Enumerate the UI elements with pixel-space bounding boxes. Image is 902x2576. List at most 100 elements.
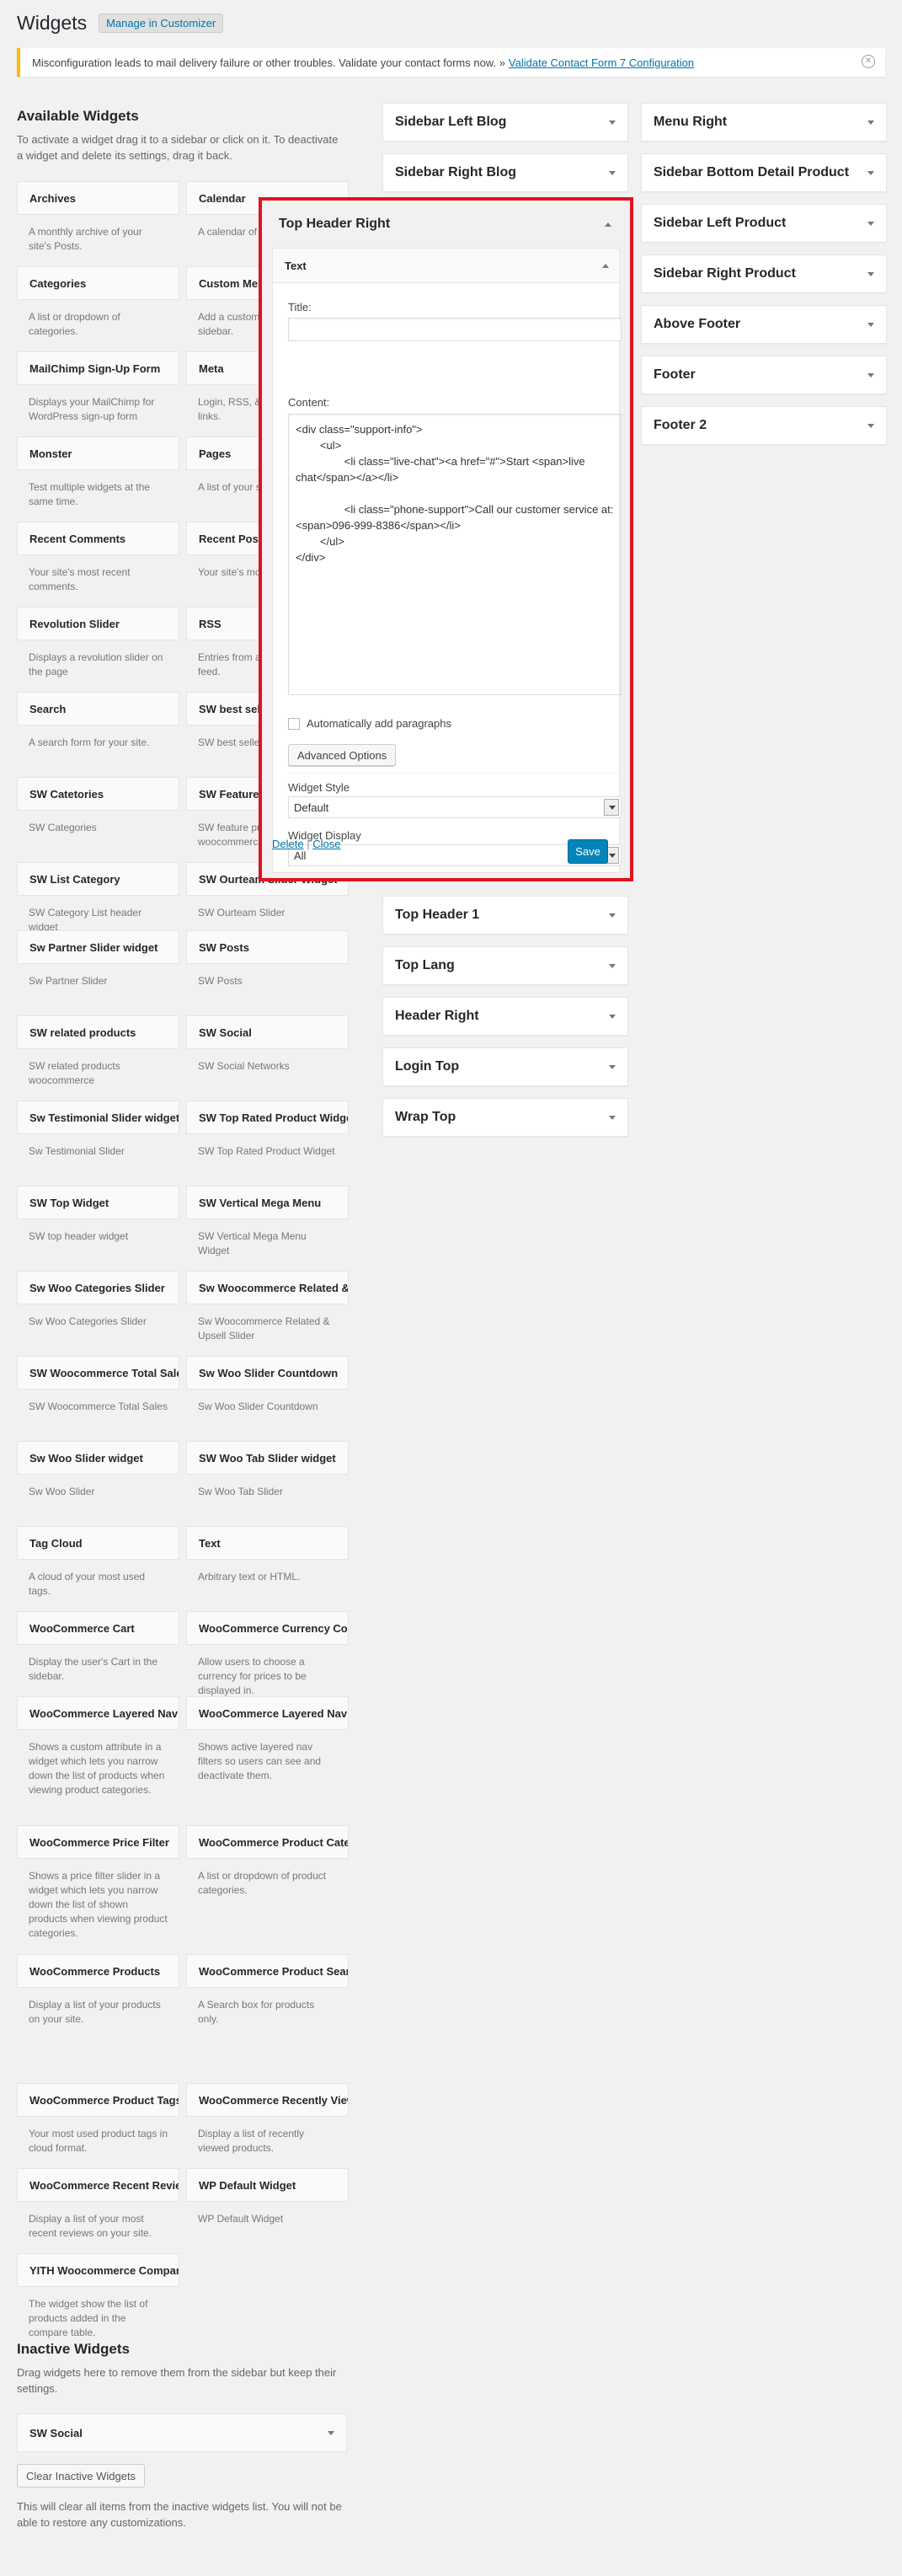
available-widget[interactable]: Text Arbitrary text or HTML. <box>186 1526 349 1611</box>
caret-down-icon[interactable] <box>867 170 874 175</box>
available-widget[interactable]: Categories A list or dropdown of categori… <box>17 266 179 351</box>
widget-title[interactable]: Sw Testimonial Slider widget <box>17 1101 179 1134</box>
widget-style-select[interactable]: Default <box>288 796 622 818</box>
widget-title[interactable]: Tag Cloud <box>17 1526 179 1560</box>
sidebar-box[interactable]: Sidebar Bottom Detail Product <box>641 153 887 192</box>
available-widget[interactable]: Sw Woo Slider Countdown Sw Woo Slider Cou… <box>186 1356 349 1441</box>
widget-title[interactable]: Sw Partner Slider widget <box>17 930 179 964</box>
available-widget[interactable]: WooCommerce Product Categories A list or … <box>186 1825 349 1954</box>
available-widget[interactable]: SW Top Rated Product Widget SW Top Rated … <box>186 1101 349 1186</box>
available-widget[interactable]: Sw Woocommerce Related & Upsell Sw Woocom… <box>186 1271 349 1356</box>
available-widget[interactable]: WP Default Widget WP Default Widget <box>186 2168 349 2253</box>
widget-title[interactable]: SW Vertical Mega Menu <box>186 1186 349 1219</box>
caret-up-icon[interactable] <box>605 222 611 227</box>
widget-title[interactable]: SW Posts <box>186 930 349 964</box>
widget-title[interactable]: SW Social <box>186 1015 349 1049</box>
caret-down-icon[interactable] <box>867 221 874 226</box>
available-widget[interactable]: Sw Partner Slider widget Sw Partner Slide… <box>17 930 179 1015</box>
widget-title[interactable]: WooCommerce Cart <box>17 1611 179 1645</box>
widget-title[interactable]: WP Default Widget <box>186 2168 349 2202</box>
widget-title[interactable]: SW Catetories <box>17 777 179 811</box>
inactive-widget-sw-social[interactable]: SW Social <box>17 2413 347 2452</box>
widget-title[interactable]: SW Top Rated Product Widget <box>186 1101 349 1134</box>
caret-down-icon[interactable] <box>609 913 616 918</box>
caret-down-icon[interactable] <box>328 2430 334 2435</box>
available-widget[interactable]: Revolution Slider Displays a revolution s… <box>17 607 179 692</box>
available-widget[interactable]: WooCommerce Cart Display the user's Cart … <box>17 1611 179 1696</box>
available-widget[interactable]: WooCommerce Product Search A Search box f… <box>186 1954 349 2083</box>
autop-checkbox[interactable] <box>288 717 300 730</box>
available-widget[interactable]: WooCommerce Recently Viewed Display a lis… <box>186 2083 349 2168</box>
widget-title[interactable]: Text <box>186 1526 349 1560</box>
widget-title[interactable]: SW Top Widget <box>17 1186 179 1219</box>
available-widget[interactable]: Tag Cloud A cloud of your most used tags. <box>17 1526 179 1611</box>
widget-title[interactable]: Sw Woo Slider Countdown <box>186 1356 349 1390</box>
available-widget[interactable]: WooCommerce Product Tags Your most used p… <box>17 2083 179 2168</box>
content-textarea[interactable]: <div class="support-info"> <ul> <li clas… <box>288 414 622 695</box>
available-widget[interactable]: Sw Testimonial Slider widget Sw Testimoni… <box>17 1101 179 1186</box>
widget-title[interactable]: SW List Category <box>17 862 179 896</box>
sidebar-box[interactable]: Footer 2 <box>641 406 887 445</box>
available-widget[interactable]: SW related products SW related products w… <box>17 1015 179 1101</box>
available-widget[interactable]: SW Woo Tab Slider widget Sw Woo Tab Slide… <box>186 1441 349 1526</box>
widget-title[interactable]: WooCommerce Price Filter <box>17 1825 179 1859</box>
widget-title[interactable]: WooCommerce Recently Viewed <box>186 2083 349 2117</box>
caret-down-icon[interactable] <box>609 1115 616 1120</box>
validate-cf7-link[interactable]: Validate Contact Form 7 Configuration <box>509 56 694 69</box>
widget-title[interactable]: WooCommerce Currency Converter <box>186 1611 349 1645</box>
sidebar-box[interactable]: Wrap Top <box>382 1098 628 1137</box>
dismiss-icon[interactable]: ✕ <box>862 55 875 68</box>
available-widget[interactable]: SW Top Widget SW top header widget <box>17 1186 179 1271</box>
available-widget[interactable]: SW Vertical Mega Menu SW Vertical Mega Me… <box>186 1186 349 1271</box>
sidebar-box[interactable]: Menu Right <box>641 103 887 142</box>
widget-title[interactable]: Monster <box>17 436 179 470</box>
available-widget[interactable]: Search A search form for your site. <box>17 692 179 777</box>
widget-title[interactable]: Sw Woo Slider widget <box>17 1441 179 1475</box>
widget-title[interactable]: Archives <box>17 181 179 215</box>
available-widget[interactable]: MailChimp Sign-Up Form Displays your Mail… <box>17 351 179 436</box>
caret-down-icon[interactable] <box>609 1014 616 1019</box>
widget-title[interactable]: SW Woo Tab Slider widget <box>186 1441 349 1475</box>
widget-title[interactable]: SW Woocommerce Total Sales <box>17 1356 179 1390</box>
sidebar-box[interactable]: Top Lang <box>382 946 628 985</box>
caret-down-icon[interactable] <box>609 120 616 125</box>
caret-up-icon[interactable] <box>602 263 609 268</box>
clear-inactive-widgets-button[interactable]: Clear Inactive Widgets <box>17 2464 146 2488</box>
caret-down-icon[interactable] <box>609 170 616 175</box>
available-widget[interactable]: SW Social SW Social Networks <box>186 1015 349 1101</box>
widget-title[interactable]: YITH Woocommerce Compare Widget <box>17 2253 179 2287</box>
widget-title[interactable]: Recent Comments <box>17 522 179 555</box>
widget-title[interactable]: Sw Woo Categories Slider <box>17 1271 179 1304</box>
available-widget[interactable]: WooCommerce Currency Converter Allow user… <box>186 1611 349 1696</box>
available-widget[interactable]: Sw Woo Slider widget Sw Woo Slider <box>17 1441 179 1526</box>
caret-down-icon[interactable] <box>867 322 874 327</box>
widget-title[interactable]: Categories <box>17 266 179 300</box>
available-widget[interactable]: WooCommerce Layered Nav Shows a custom at… <box>17 1696 179 1825</box>
sidebar-box[interactable]: Header Right <box>382 997 628 1036</box>
available-widget[interactable]: SW Woocommerce Total Sales SW Woocommerce… <box>17 1356 179 1441</box>
caret-down-icon[interactable] <box>867 271 874 276</box>
caret-down-icon[interactable] <box>867 423 874 428</box>
widget-title[interactable]: WooCommerce Product Categories <box>186 1825 349 1859</box>
available-widget[interactable]: SW Catetories SW Categories <box>17 777 179 862</box>
sidebar-box[interactable]: Login Top <box>382 1047 628 1086</box>
advanced-options-button[interactable]: Advanced Options <box>288 744 397 766</box>
widget-title[interactable]: WooCommerce Product Search <box>186 1954 349 1988</box>
available-widget[interactable]: YITH Woocommerce Compare Widget The widge… <box>17 2253 179 2338</box>
sidebar-top-header-right[interactable]: Top Header Right <box>262 201 630 248</box>
sidebar-box[interactable]: Top Header 1 <box>382 896 628 935</box>
delete-link[interactable]: Delete <box>272 838 304 850</box>
available-widget[interactable]: WooCommerce Products Display a list of yo… <box>17 1954 179 2083</box>
sidebar-box[interactable]: Sidebar Right Product <box>641 254 887 293</box>
widget-title[interactable]: WooCommerce Recent Reviews <box>17 2168 179 2202</box>
caret-down-icon[interactable] <box>609 963 616 968</box>
widget-title[interactable]: WooCommerce Product Tags <box>17 2083 179 2117</box>
available-widget[interactable]: WooCommerce Price Filter Shows a price fi… <box>17 1825 179 1954</box>
title-input[interactable] <box>288 318 622 341</box>
widget-title[interactable]: Sw Woocommerce Related & Upsell <box>186 1271 349 1304</box>
widget-title[interactable]: WooCommerce Layered Nav Filters <box>186 1696 349 1730</box>
sidebar-right-blog[interactable]: Sidebar Right Blog <box>382 153 628 192</box>
sidebar-box[interactable]: Footer <box>641 356 887 394</box>
text-widget-header[interactable]: Text <box>273 249 619 283</box>
caret-down-icon[interactable] <box>609 1064 616 1069</box>
